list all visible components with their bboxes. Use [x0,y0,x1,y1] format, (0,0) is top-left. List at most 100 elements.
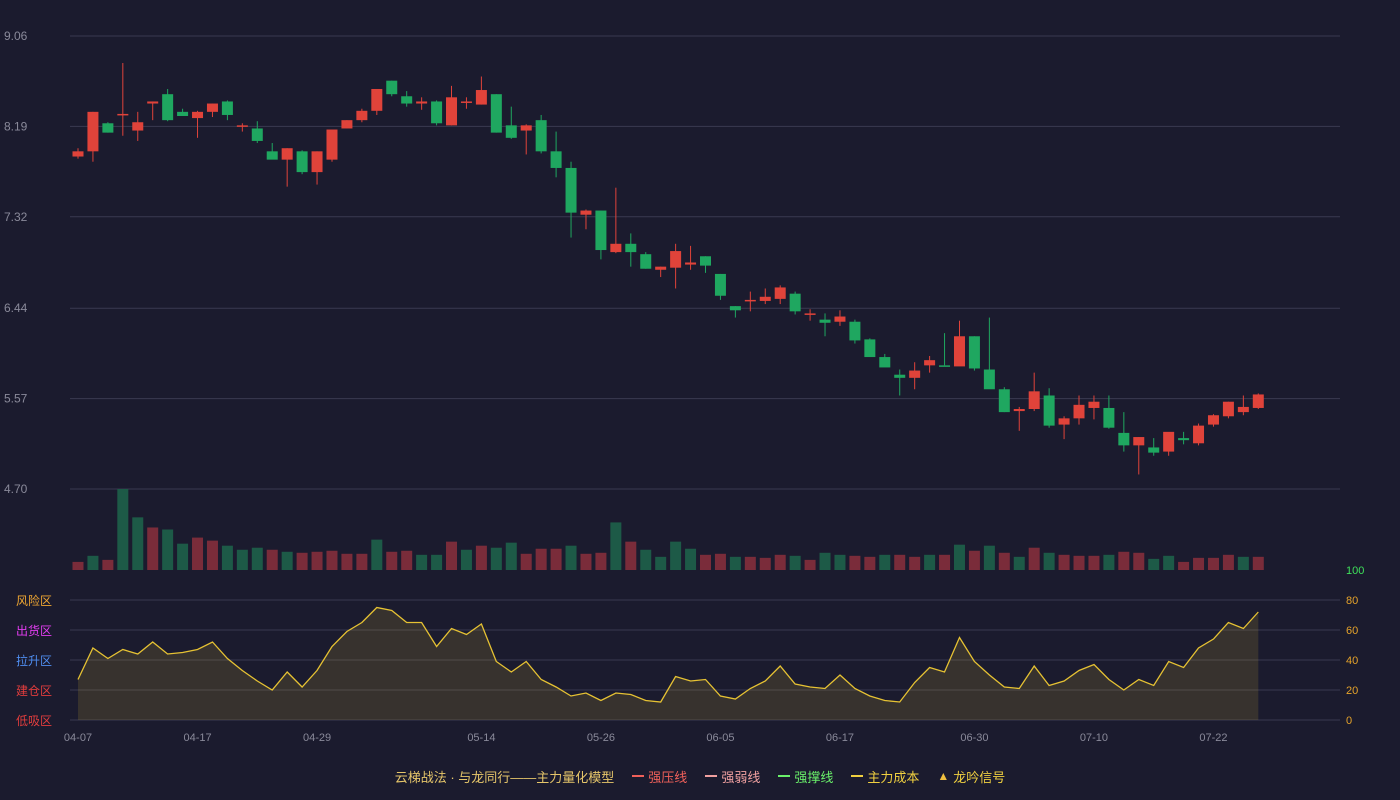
candle-body [296,151,308,173]
pressure-line-swatch [632,775,645,777]
candle-body [1073,404,1085,419]
volume-bar [849,555,861,570]
volume-bar [311,551,323,570]
price-tick-label: 9.06 [4,29,28,43]
candle-body [132,122,144,131]
volume-bar [655,556,667,570]
volume-bar [924,554,936,570]
date-tick-label: 07-10 [1080,732,1108,744]
candle-body [744,299,756,302]
zone-label: 风险区 [16,593,52,608]
legend-item-strength[interactable]: 强弱线 [705,767,760,786]
candle-body [834,316,846,322]
date-tick-label: 06-05 [706,732,734,744]
candle-body [117,113,129,116]
candle-body [685,262,697,265]
candle-body [401,96,413,104]
date-tick-label: 06-17 [826,732,854,744]
volume-bar [162,529,174,570]
candle-body [1207,415,1219,425]
volume-bar [1118,551,1130,570]
legend-item-signal[interactable]: ▲ 龙吟信号 [937,767,1005,786]
candle-body [460,101,472,103]
volume-bar [1178,561,1190,570]
candle-body [580,210,592,215]
volume-bar [968,550,980,570]
price-tick-label: 6.44 [4,301,28,315]
candle-body [939,365,951,367]
volume-bar [864,556,876,570]
volume-bar [625,541,637,570]
date-tick-label: 06-30 [960,732,988,744]
legend-item-pressure[interactable]: 强压线 [632,767,687,786]
volume-bar [939,554,951,570]
volume-bar [819,552,831,570]
candle-body [206,103,218,112]
candle-body [849,321,861,341]
volume-bar [1028,547,1040,570]
candle-body [953,336,965,367]
volume-bar [177,543,189,570]
volume-bar [909,556,921,570]
candle-body [1222,401,1234,417]
candle-body [1118,432,1130,446]
candle-body [1028,391,1040,409]
volume-bar [1043,552,1055,570]
volume-bar [565,545,577,570]
candle-body [386,80,398,95]
volume-bar [744,556,756,570]
candle-body [1163,431,1175,452]
legend: 云梯战法 · 与龙同行——主力量化模型 强压线 强弱线 强撑线 主力成本 ▲ 龙… [0,764,1400,788]
osc-area [78,607,1259,720]
candle-body [700,256,711,266]
candle-body [909,370,921,378]
volume-bar [117,489,129,570]
volume-bar [1148,558,1160,570]
candle-body [1103,407,1115,428]
candle-body [147,101,159,104]
date-tick-label: 05-14 [467,732,495,744]
zone-label: 拉升区 [16,653,52,668]
legend-label: 龙吟信号 [953,769,1006,785]
candle-body [341,120,353,129]
volume-bar [1133,552,1145,570]
candle-body [490,94,502,133]
volume-bar [834,554,846,570]
candle-body [998,389,1010,413]
volume-bar [401,550,413,570]
candle-body [311,151,323,173]
legend-item-support[interactable]: 强撑线 [778,767,833,786]
volume-bar [595,552,607,570]
candle-body [759,296,771,301]
candle-body [879,357,891,368]
volume-bar [789,555,801,570]
osc-tick-label: 20 [1346,685,1358,697]
candle-body [87,111,99,152]
price-tick-label: 7.32 [4,210,28,224]
volume-bar [72,561,84,570]
legend-item-cost[interactable]: 主力成本 [851,767,919,786]
volume-bar [1222,554,1234,570]
chart-canvas: 9.06 8.19 7.32 6.44 5.57 4.70 100 80 60 40 20 0 风险区出… [4,29,1364,744]
candle-body [1148,447,1160,453]
volume-bar [550,548,562,570]
candle-body [714,273,726,296]
volume-bar [1252,556,1264,570]
volume-bar [1207,557,1219,570]
volume-bar [983,545,995,570]
candle-body [625,243,637,253]
candle-body [1178,438,1190,441]
zone-label: 建仓区 [16,684,52,698]
volume-bar [953,544,965,570]
volume-bar [759,557,771,570]
candle-body [221,101,233,115]
candle-body [1043,395,1055,426]
price-tick-label: 8.19 [4,119,28,133]
volume-bar [804,559,816,570]
candle-body [520,125,532,131]
volume-bar [236,549,248,570]
volume-bar [998,552,1010,570]
volume-bar [505,542,517,570]
candle-body [446,97,458,126]
legend-label: 主力成本 [867,769,920,785]
